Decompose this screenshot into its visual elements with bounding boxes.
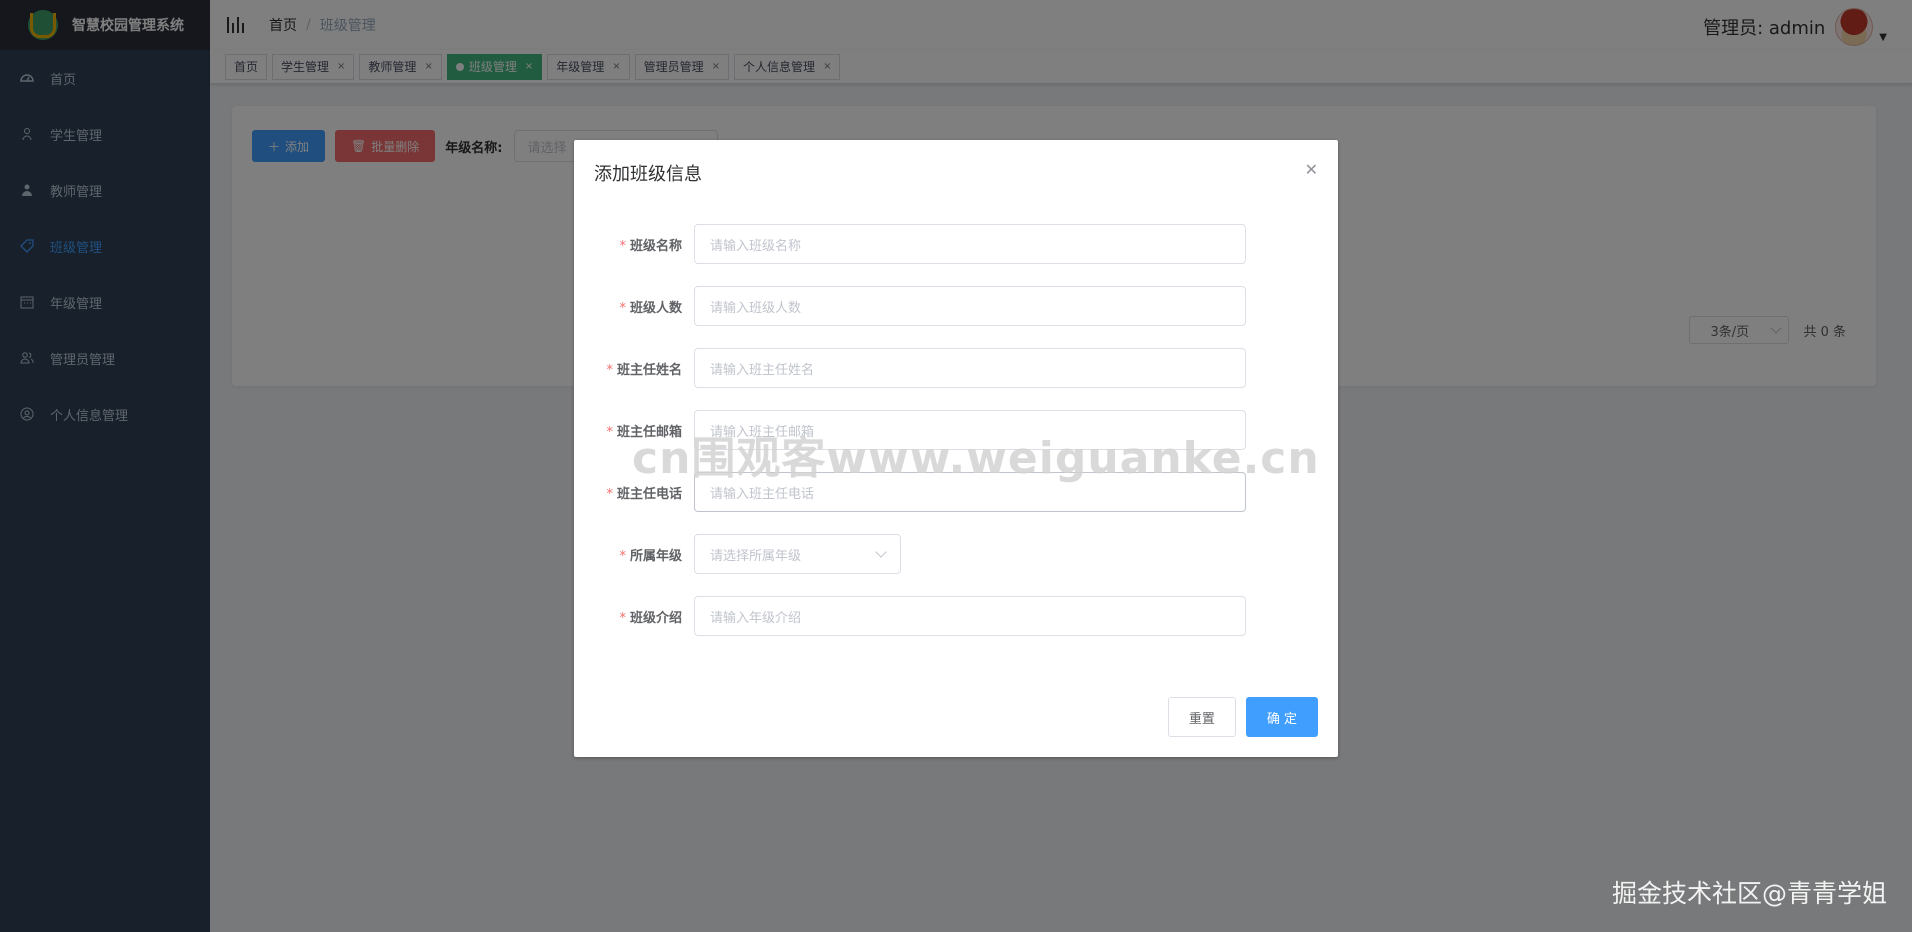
form-label-text: 班级介绍	[629, 610, 682, 626]
teacher-name-input[interactable]: 请输入班主任姓名	[694, 348, 1246, 388]
watermark-corner: 掘金技术社区@青青学姐	[1611, 879, 1887, 908]
form-label: * 班级介绍	[574, 607, 694, 626]
form-label-text: 所属年级	[629, 548, 682, 564]
required-mark: *	[619, 238, 626, 254]
form-label-text: 班级人数	[629, 300, 682, 316]
form-label: * 班主任姓名	[574, 359, 694, 378]
dialog-title: 添加班级信息	[594, 164, 702, 185]
class-size-input[interactable]: 请输入班级人数	[694, 286, 1246, 326]
chevron-down-icon	[875, 546, 887, 558]
form-row-class-name: * 班级名称 请输入班级名称	[574, 224, 1338, 264]
required-mark: *	[619, 300, 626, 316]
watermark-center: cn围观客www.weiguanke.cn	[632, 433, 1320, 484]
form-row-class-size: * 班级人数 请输入班级人数	[574, 286, 1338, 326]
form-row-teacher-name: * 班主任姓名 请输入班主任姓名	[574, 348, 1338, 388]
form-label: * 班级名称	[574, 235, 694, 254]
required-mark: *	[619, 548, 626, 564]
class-name-input[interactable]: 请输入班级名称	[694, 224, 1246, 264]
form-label-text: 班主任姓名	[616, 362, 682, 378]
form-label: * 所属年级	[574, 545, 694, 564]
form-row-grade: * 所属年级 请选择所属年级	[574, 534, 1338, 574]
close-icon[interactable]: ✕	[1305, 160, 1318, 179]
grade-select[interactable]: 请选择所属年级	[694, 534, 901, 574]
form-row-class-intro: * 班级介绍 请输入年级介绍	[574, 596, 1338, 636]
form-label-text: 班级名称	[629, 238, 682, 254]
confirm-button[interactable]: 确 定	[1245, 697, 1318, 737]
required-mark: *	[606, 486, 613, 502]
required-mark: *	[606, 424, 613, 440]
dialog-footer: 重置 确 定	[1167, 697, 1318, 737]
required-mark: *	[606, 362, 613, 378]
form-label: * 班级人数	[574, 297, 694, 316]
grade-select-placeholder: 请选择所属年级	[710, 548, 802, 564]
form-label-text: 班主任电话	[616, 486, 682, 502]
class-intro-input[interactable]: 请输入年级介绍	[694, 596, 1246, 636]
reset-button[interactable]: 重置	[1167, 697, 1236, 737]
required-mark: *	[619, 610, 626, 626]
